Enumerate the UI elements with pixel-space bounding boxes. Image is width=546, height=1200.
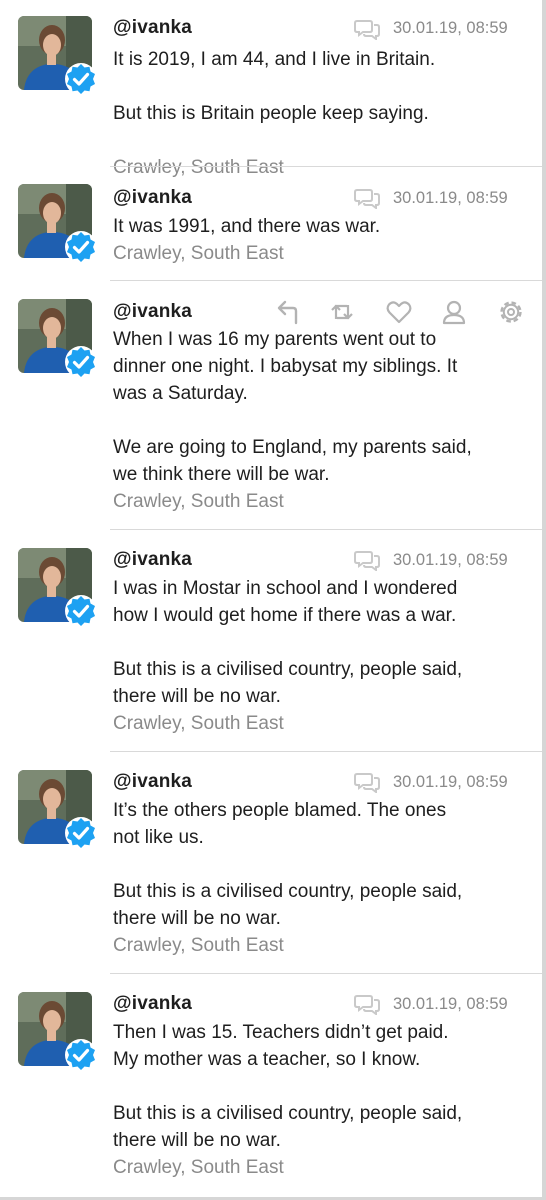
avatar[interactable] (18, 548, 97, 627)
tweet-timestamp[interactable]: 30.01.19, 08:59 (393, 551, 508, 570)
tweet-timestamp[interactable]: 30.01.19, 08:59 (393, 995, 508, 1014)
tweet-paragraph: It’s the others people blamed. The ones … (113, 800, 447, 848)
tweet-body: It’s the others people blamed. The ones … (113, 797, 533, 959)
like-icon[interactable] (384, 297, 414, 327)
tweet[interactable]: @ivanka When I was 16 my parents went ou… (0, 281, 542, 530)
profile-icon[interactable] (439, 297, 469, 327)
tweet-paragraph: But this is a civilised country, people … (113, 659, 463, 707)
tweet-timestamp[interactable]: 30.01.19, 08:59 (393, 19, 508, 38)
tweet-paragraph: Then I was 15. Teachers didn’t get paid.… (113, 1022, 449, 1070)
tweet-location[interactable]: Crawley, South East (113, 1154, 533, 1181)
verified-badge-icon (65, 346, 97, 378)
conversation-icon[interactable] (354, 549, 380, 571)
user-handle[interactable]: @ivanka (113, 301, 192, 323)
retweet-icon[interactable] (327, 297, 357, 327)
verified-badge-icon (65, 817, 97, 849)
conversation-icon[interactable] (354, 771, 380, 793)
tweet-paragraph: We are going to England, my parents said… (113, 437, 472, 485)
avatar[interactable] (18, 992, 97, 1071)
user-handle[interactable]: @ivanka (113, 17, 192, 39)
tweet-location[interactable]: Crawley, South East (113, 240, 533, 267)
settings-gear-icon[interactable] (496, 297, 526, 327)
tweet-timestamp[interactable]: 30.01.19, 08:59 (393, 773, 508, 792)
tweet[interactable]: @ivanka 30.01.19, 08:59 It’s the others … (0, 752, 542, 974)
tweet-paragraph: But this is a civilised country, people … (113, 1103, 463, 1151)
tweet-actions (270, 297, 532, 327)
conversation-icon[interactable] (354, 18, 380, 40)
verified-badge-icon (65, 1039, 97, 1071)
verified-badge-icon (65, 595, 97, 627)
tweet[interactable]: @ivanka 30.01.19, 08:59 It was 1991, and… (0, 167, 542, 281)
verified-badge-icon (65, 231, 97, 263)
avatar[interactable] (18, 184, 97, 263)
tweet-paragraph: It is 2019, I am 44, and I live in Brita… (113, 49, 436, 70)
avatar[interactable] (18, 299, 97, 378)
tweet-location[interactable]: Crawley, South East (113, 710, 533, 737)
tweet-body: It was 1991, and there was war. Crawley,… (113, 213, 533, 267)
user-handle[interactable]: @ivanka (113, 187, 192, 209)
tweet[interactable]: @ivanka 30.01.19, 08:59 I was in Mostar … (0, 530, 542, 752)
user-handle[interactable]: @ivanka (113, 993, 192, 1015)
avatar[interactable] (18, 770, 97, 849)
tweet[interactable]: @ivanka 30.01.19, 08:59 It is 2019, I am… (0, 0, 542, 178)
user-handle[interactable]: @ivanka (113, 549, 192, 571)
tweet-timestamp[interactable]: 30.01.19, 08:59 (393, 189, 508, 208)
reply-icon[interactable] (272, 297, 302, 327)
conversation-icon[interactable] (354, 993, 380, 1015)
tweet-body: Then I was 15. Teachers didn’t get paid.… (113, 1019, 533, 1181)
tweet-location[interactable]: Crawley, South East (113, 932, 533, 959)
tweet-paragraph: When I was 16 my parents went out to din… (113, 329, 458, 404)
verified-badge-icon (65, 63, 97, 95)
tweet-body: It is 2019, I am 44, and I live in Brita… (113, 46, 533, 181)
tweet-body: I was in Mostar in school and I wondered… (113, 575, 533, 737)
tweet-paragraph: But this is a civilised country, people … (113, 881, 463, 929)
tweet-paragraph: It was 1991, and there was war. (113, 216, 381, 237)
tweet-paragraph: I was in Mostar in school and I wondered… (113, 578, 458, 626)
user-handle[interactable]: @ivanka (113, 771, 192, 793)
conversation-icon[interactable] (354, 187, 380, 209)
tweet[interactable]: @ivanka 30.01.19, 08:59 Then I was 15. T… (0, 974, 542, 1196)
tweet-location[interactable]: Crawley, South East (113, 488, 533, 515)
tweet-paragraph: But this is Britain people keep saying. (113, 103, 429, 124)
tweet-body: When I was 16 my parents went out to din… (113, 326, 533, 515)
avatar[interactable] (18, 16, 97, 95)
